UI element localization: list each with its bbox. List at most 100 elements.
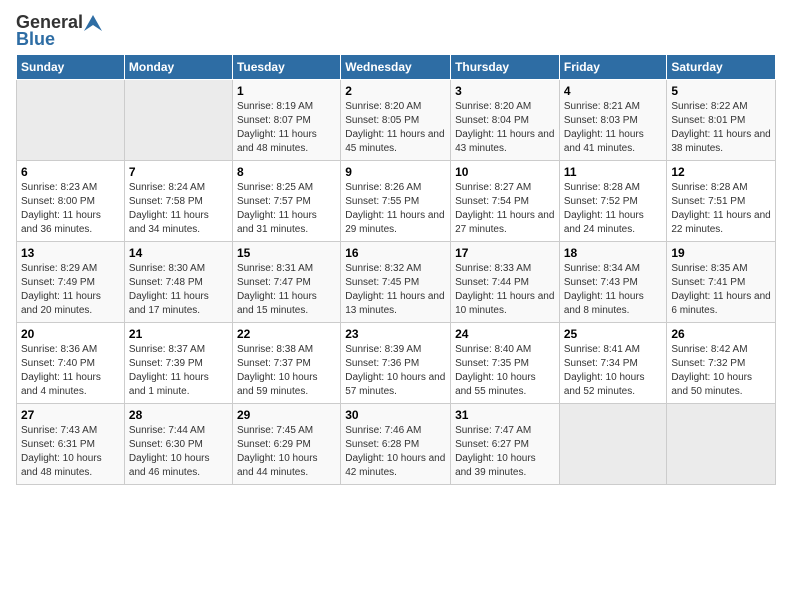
day-number: 10 [455,165,555,179]
day-cell: 2 Sunrise: 8:20 AMSunset: 8:05 PMDaylight… [341,80,451,161]
day-info: Sunrise: 8:40 AMSunset: 7:35 PMDaylight:… [455,343,555,399]
week-row-5: 27 Sunrise: 7:43 AMSunset: 6:31 PMDayligh… [17,404,776,485]
day-info: Sunrise: 8:35 AMSunset: 7:41 PMDaylight:… [671,262,771,318]
day-number: 11 [564,165,663,179]
day-cell: 24 Sunrise: 8:40 AMSunset: 7:35 PMDayligh… [451,323,560,404]
day-number: 20 [21,327,120,341]
day-info: Sunrise: 8:20 AMSunset: 8:05 PMDaylight:… [345,100,446,156]
day-info: Sunrise: 8:39 AMSunset: 7:36 PMDaylight:… [345,343,446,399]
day-info: Sunrise: 8:27 AMSunset: 7:54 PMDaylight:… [455,181,555,237]
day-cell: 14Sunrise: 8:30 AMSunset: 7:48 PMDayligh… [124,242,232,323]
logo-blue-text: Blue [16,29,55,50]
day-number: 13 [21,246,120,260]
day-number: 17 [455,246,555,260]
day-cell: 11 Sunrise: 8:28 AMSunset: 7:52 PMDayligh… [559,161,667,242]
day-info: Sunrise: 8:30 AMSunset: 7:48 PMDaylight:… [129,262,228,318]
day-info: Sunrise: 8:41 AMSunset: 7:34 PMDaylight:… [564,343,663,399]
header-cell-thursday: Thursday [451,55,560,80]
day-info: Sunrise: 8:34 AMSunset: 7:43 PMDaylight:… [564,262,663,318]
header-cell-saturday: Saturday [667,55,776,80]
day-cell: 23Sunrise: 8:39 AMSunset: 7:36 PMDayligh… [341,323,451,404]
day-info: Sunrise: 8:23 AMSunset: 8:00 PMDaylight:… [21,181,120,237]
day-number: 26 [671,327,771,341]
day-info: Sunrise: 8:42 AMSunset: 7:32 PMDaylight:… [671,343,771,399]
day-cell: 12Sunrise: 8:28 AMSunset: 7:51 PMDayligh… [667,161,776,242]
day-cell: 16 Sunrise: 8:32 AMSunset: 7:45 PMDayligh… [341,242,451,323]
day-cell: 20Sunrise: 8:36 AMSunset: 7:40 PMDayligh… [17,323,125,404]
day-number: 2 [345,84,446,98]
day-cell: 30 Sunrise: 7:46 AMSunset: 6:28 PMDayligh… [341,404,451,485]
day-info: Sunrise: 8:21 AMSunset: 8:03 PMDaylight:… [564,100,663,156]
day-number: 1 [237,84,336,98]
day-info: Sunrise: 7:45 AMSunset: 6:29 PMDaylight:… [237,424,336,480]
day-cell: 8 Sunrise: 8:25 AMSunset: 7:57 PMDaylight… [232,161,340,242]
day-number: 5 [671,84,771,98]
day-cell: 25 Sunrise: 8:41 AMSunset: 7:34 PMDayligh… [559,323,667,404]
day-info: Sunrise: 7:46 AMSunset: 6:28 PMDaylight:… [345,424,446,480]
day-cell: 13 Sunrise: 8:29 AMSunset: 7:49 PMDayligh… [17,242,125,323]
day-number: 9 [345,165,446,179]
day-cell: 29 Sunrise: 7:45 AMSunset: 6:29 PMDayligh… [232,404,340,485]
day-info: Sunrise: 8:26 AMSunset: 7:55 PMDaylight:… [345,181,446,237]
header-cell-wednesday: Wednesday [341,55,451,80]
week-row-1: 1 Sunrise: 8:19 AMSunset: 8:07 PMDaylight… [17,80,776,161]
day-cell: 22 Sunrise: 8:38 AMSunset: 7:37 PMDayligh… [232,323,340,404]
day-info: Sunrise: 8:37 AMSunset: 7:39 PMDaylight:… [129,343,228,399]
day-info: Sunrise: 8:29 AMSunset: 7:49 PMDaylight:… [21,262,120,318]
header-row: SundayMondayTuesdayWednesdayThursdayFrid… [17,55,776,80]
day-cell: 10 Sunrise: 8:27 AMSunset: 7:54 PMDayligh… [451,161,560,242]
day-cell: 6 Sunrise: 8:23 AMSunset: 8:00 PMDaylight… [17,161,125,242]
day-info: Sunrise: 8:19 AMSunset: 8:07 PMDaylight:… [237,100,336,156]
day-number: 15 [237,246,336,260]
day-cell: 28Sunrise: 7:44 AMSunset: 6:30 PMDayligh… [124,404,232,485]
day-cell: 5Sunrise: 8:22 AMSunset: 8:01 PMDaylight… [667,80,776,161]
day-number: 22 [237,327,336,341]
calendar-container: General Blue SundayMondayTuesdayWednesda… [0,0,792,493]
day-info: Sunrise: 8:20 AMSunset: 8:04 PMDaylight:… [455,100,555,156]
day-cell: 21 Sunrise: 8:37 AMSunset: 7:39 PMDayligh… [124,323,232,404]
day-cell: 17Sunrise: 8:33 AMSunset: 7:44 PMDayligh… [451,242,560,323]
calendar-table: SundayMondayTuesdayWednesdayThursdayFrid… [16,54,776,485]
day-cell [124,80,232,161]
day-cell: 27 Sunrise: 7:43 AMSunset: 6:31 PMDayligh… [17,404,125,485]
day-cell: 18 Sunrise: 8:34 AMSunset: 7:43 PMDayligh… [559,242,667,323]
day-number: 18 [564,246,663,260]
day-number: 12 [671,165,771,179]
day-number: 16 [345,246,446,260]
day-number: 27 [21,408,120,422]
day-info: Sunrise: 7:47 AMSunset: 6:27 PMDaylight:… [455,424,555,480]
day-number: 6 [21,165,120,179]
day-number: 4 [564,84,663,98]
day-info: Sunrise: 8:25 AMSunset: 7:57 PMDaylight:… [237,181,336,237]
day-number: 31 [455,408,555,422]
day-info: Sunrise: 8:38 AMSunset: 7:37 PMDaylight:… [237,343,336,399]
day-info: Sunrise: 8:24 AMSunset: 7:58 PMDaylight:… [129,181,228,237]
logo-bird-icon [84,15,102,31]
day-number: 29 [237,408,336,422]
day-cell: 19 Sunrise: 8:35 AMSunset: 7:41 PMDayligh… [667,242,776,323]
day-number: 30 [345,408,446,422]
day-number: 8 [237,165,336,179]
day-number: 3 [455,84,555,98]
day-cell [559,404,667,485]
day-number: 24 [455,327,555,341]
day-cell: 1 Sunrise: 8:19 AMSunset: 8:07 PMDaylight… [232,80,340,161]
day-cell: 4 Sunrise: 8:21 AMSunset: 8:03 PMDaylight… [559,80,667,161]
day-cell: 3 Sunrise: 8:20 AMSunset: 8:04 PMDaylight… [451,80,560,161]
header-cell-monday: Monday [124,55,232,80]
day-cell: 26 Sunrise: 8:42 AMSunset: 7:32 PMDayligh… [667,323,776,404]
day-info: Sunrise: 8:32 AMSunset: 7:45 PMDaylight:… [345,262,446,318]
week-row-3: 13 Sunrise: 8:29 AMSunset: 7:49 PMDayligh… [17,242,776,323]
day-number: 19 [671,246,771,260]
day-info: Sunrise: 7:43 AMSunset: 6:31 PMDaylight:… [21,424,120,480]
day-number: 25 [564,327,663,341]
day-info: Sunrise: 8:28 AMSunset: 7:52 PMDaylight:… [564,181,663,237]
header-cell-tuesday: Tuesday [232,55,340,80]
day-cell: 15Sunrise: 8:31 AMSunset: 7:47 PMDayligh… [232,242,340,323]
week-row-4: 20Sunrise: 8:36 AMSunset: 7:40 PMDayligh… [17,323,776,404]
header: General Blue [16,12,776,50]
day-cell [667,404,776,485]
header-cell-sunday: Sunday [17,55,125,80]
day-number: 28 [129,408,228,422]
day-number: 21 [129,327,228,341]
